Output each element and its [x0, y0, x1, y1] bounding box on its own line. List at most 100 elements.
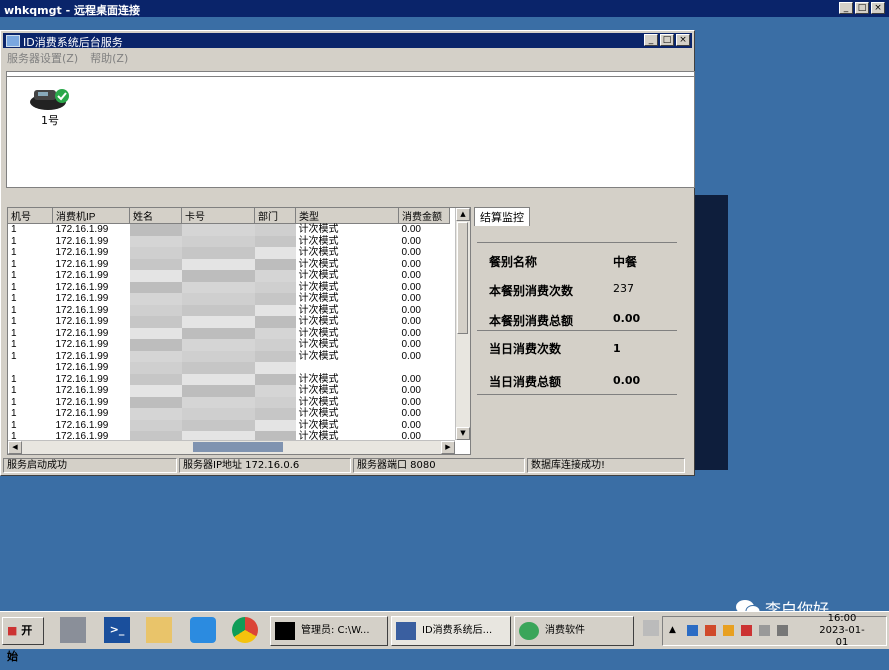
tray-expand-icon[interactable]: ▲	[669, 625, 680, 636]
status-bar: 服务启动成功 服务器IP地址 172.16.0.6 服务器端口 8080 数据库…	[3, 458, 692, 473]
col-header-type[interactable]: 类型	[295, 208, 399, 224]
cell-dept	[254, 327, 296, 339]
app-minimize-button[interactable]: _	[644, 34, 658, 46]
scroll-thumb[interactable]	[457, 222, 468, 334]
cell-dept	[254, 247, 296, 259]
cell-card	[181, 235, 255, 247]
cell-card	[181, 419, 255, 431]
table-row[interactable]: 1 172.16.1.99 计次模式 0.00	[8, 419, 450, 431]
tray-volume-icon[interactable]	[759, 625, 770, 636]
start-button[interactable]: ■ 开始	[2, 617, 44, 663]
consume-software-icon	[519, 622, 539, 640]
cell-amount: 0.00	[401, 293, 421, 305]
table-row[interactable]: 1 172.16.1.99 计次模式 0.00	[8, 350, 450, 362]
remote-maximize-button[interactable]: □	[855, 2, 869, 14]
col-header-card[interactable]: 卡号	[181, 208, 255, 224]
cell-ip: 172.16.1.99	[55, 396, 109, 408]
tray-app-icon[interactable]	[705, 625, 716, 636]
table-row[interactable]: 1 172.16.1.99 计次模式 0.00	[8, 327, 450, 339]
table-row[interactable]: 1 172.16.1.99 计次模式 0.00	[8, 385, 450, 397]
tab-strip: 结算监控	[474, 207, 530, 226]
tab-settlement-monitor[interactable]: 结算监控	[474, 207, 530, 226]
scroll-left-icon[interactable]: ◀	[8, 441, 22, 454]
powershell-icon[interactable]: >_	[104, 617, 130, 643]
table-row[interactable]: 1 172.16.1.99 计次模式 0.00	[8, 316, 450, 328]
cell-ip: 172.16.1.99	[55, 224, 109, 236]
menu-help[interactable]: 帮助(Z)	[90, 50, 128, 66]
table-row[interactable]: 1 172.16.1.99 计次模式 0.00	[8, 408, 450, 420]
task-id-system-label: ID消费系统后...	[422, 625, 493, 636]
tray-network-icon[interactable]	[687, 625, 698, 636]
horizontal-scrollbar[interactable]: ◀ ▶	[8, 440, 455, 454]
cell-amount: 0.00	[401, 350, 421, 362]
remote-close-button[interactable]: ×	[871, 2, 885, 14]
app-window: ID消费系统后台服务 _ □ × 服务器设置(Z) 帮助(Z) 1号 机号 消费…	[0, 30, 695, 476]
cell-name	[129, 281, 182, 293]
menu-server-settings[interactable]: 服务器设置(Z)	[7, 50, 78, 66]
remote-desktop-titlebar: whkqmgt - 远程桌面连接 _ □ ×	[0, 0, 889, 17]
table-row[interactable]: 1 172.16.1.99 计次模式 0.00	[8, 396, 450, 408]
chrome-icon[interactable]	[232, 617, 258, 643]
table-row[interactable]: 1 172.16.1.99 计次模式 0.00	[8, 339, 450, 351]
table-row[interactable]: 1 172.16.1.99 计次模式 0.00	[8, 235, 450, 247]
tray-security-icon[interactable]	[723, 625, 734, 636]
server-manager-icon[interactable]	[60, 617, 86, 643]
cell-dept	[254, 419, 296, 431]
table-row[interactable]: 1 172.16.1.99 计次模式 0.00	[8, 247, 450, 259]
cell-type: 计次模式	[298, 247, 339, 259]
cell-type: 计次模式	[298, 316, 339, 328]
feishu-icon[interactable]	[190, 617, 216, 643]
col-header-amount[interactable]: 消费金额	[398, 208, 450, 224]
col-header-dept[interactable]: 部门	[254, 208, 296, 224]
tray-device-icon[interactable]	[777, 625, 788, 636]
table-row[interactable]: 1 172.16.1.99 计次模式 0.00	[8, 258, 450, 270]
task-cmd[interactable]: 管理员: C:\W...	[270, 616, 388, 646]
scroll-right-icon[interactable]: ▶	[441, 441, 455, 454]
table-row[interactable]: 1 172.16.1.99 计次模式 0.00	[8, 304, 450, 316]
cell-name	[129, 408, 182, 420]
cmd-icon	[275, 622, 295, 640]
cell-id: 1	[11, 258, 17, 270]
remote-minimize-button[interactable]: _	[839, 2, 853, 14]
explorer-icon[interactable]	[146, 617, 172, 643]
device-item[interactable]: 1号	[27, 82, 73, 128]
id-system-icon	[396, 622, 416, 640]
col-header-id[interactable]: 机号	[8, 208, 53, 224]
table-header: 机号 消费机IP 姓名 卡号 部门 类型 消费金额	[8, 208, 450, 224]
cell-type: 计次模式	[298, 258, 339, 270]
table-row[interactable]: 172.16.1.99	[8, 362, 450, 374]
task-consume-software[interactable]: 消费软件	[514, 616, 634, 646]
cell-type: 计次模式	[298, 327, 339, 339]
app-title: ID消费系统后台服务	[23, 36, 123, 49]
keyboard-icon[interactable]	[643, 620, 659, 636]
cell-dept	[254, 408, 296, 420]
col-header-ip[interactable]: 消费机IP	[52, 208, 130, 224]
app-maximize-button[interactable]: □	[660, 34, 674, 46]
cell-amount: 0.00	[401, 247, 421, 259]
cell-name	[129, 304, 182, 316]
app-close-button[interactable]: ×	[676, 34, 690, 46]
scroll-up-icon[interactable]: ▲	[456, 208, 470, 221]
meal-total-label: 本餐别消费总额	[489, 314, 574, 328]
cell-dept	[254, 385, 296, 397]
cell-ip: 172.16.1.99	[55, 408, 109, 420]
table-row[interactable]: 1 172.16.1.99 计次模式 0.00	[8, 281, 450, 293]
table-row[interactable]: 1 172.16.1.99 计次模式 0.00	[8, 373, 450, 385]
clock[interactable]: 16:00 2023-01-01	[813, 613, 871, 649]
col-header-name[interactable]: 姓名	[129, 208, 182, 224]
task-consume-label: 消费软件	[545, 625, 585, 636]
task-id-system[interactable]: ID消费系统后...	[391, 616, 511, 646]
hscroll-thumb[interactable]	[193, 442, 283, 452]
cell-id: 1	[11, 327, 17, 339]
cell-amount: 0.00	[401, 327, 421, 339]
cell-dept	[254, 373, 296, 385]
table-row[interactable]: 1 172.16.1.99 计次模式 0.00	[8, 270, 450, 282]
cell-dept	[254, 316, 296, 328]
table-row[interactable]: 1 172.16.1.99 计次模式 0.00	[8, 223, 450, 236]
vertical-scrollbar[interactable]: ▲ ▼	[455, 208, 470, 440]
scroll-down-icon[interactable]: ▼	[456, 427, 470, 440]
table-row[interactable]: 1 172.16.1.99 计次模式 0.00	[8, 293, 450, 305]
daily-count-value: 1	[613, 342, 621, 355]
tray-alert-icon[interactable]	[741, 625, 752, 636]
cell-name	[129, 339, 182, 351]
